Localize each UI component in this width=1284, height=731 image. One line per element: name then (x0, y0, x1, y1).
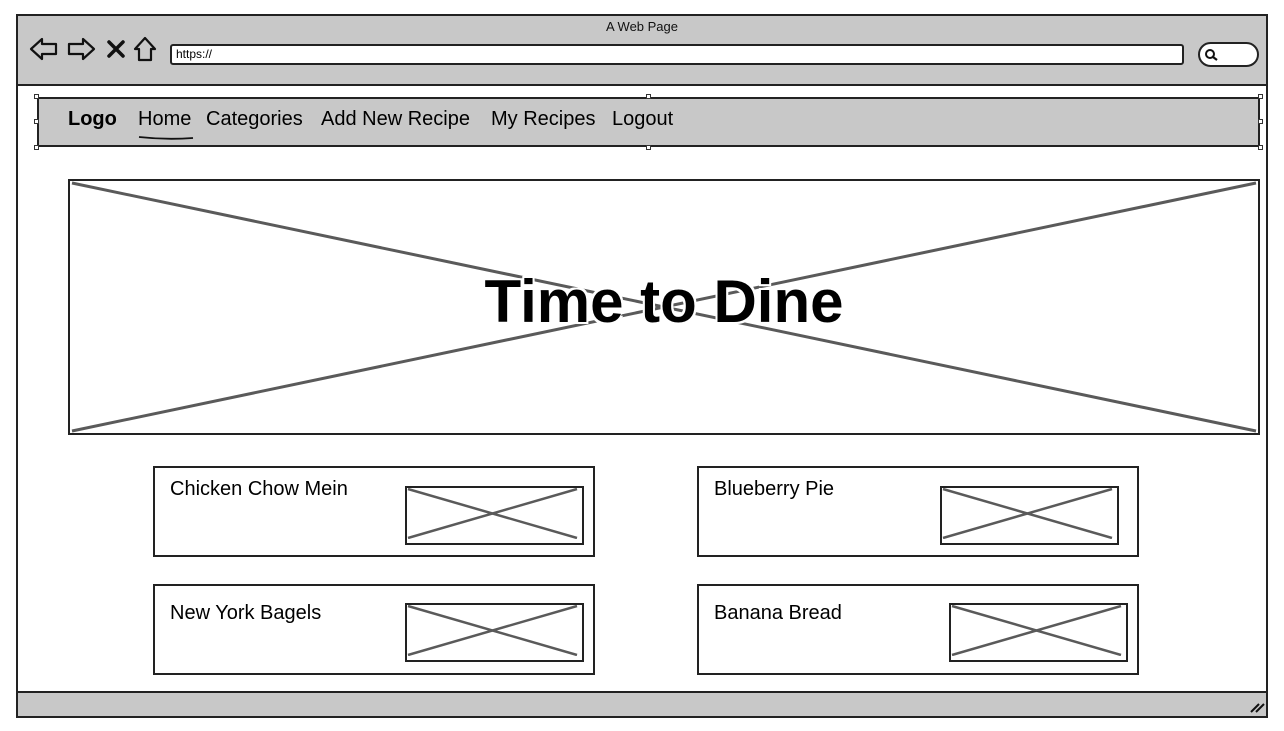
nav-item-logout[interactable]: Logout (612, 106, 673, 132)
hero-title: Time to Dine (484, 268, 844, 335)
recipe-title: Chicken Chow Mein (170, 478, 348, 500)
selection-handle (34, 119, 39, 124)
url-bar[interactable]: https:// (170, 44, 1184, 65)
nav-item-add-new-recipe[interactable]: Add New Recipe (321, 106, 470, 132)
nav-item-categories[interactable]: Categories (206, 106, 303, 132)
recipe-image-placeholder (940, 486, 1119, 545)
active-underline (138, 128, 194, 146)
selection-handle (1258, 119, 1263, 124)
selection-handle (34, 145, 39, 150)
nav-item-my-recipes[interactable]: My Recipes (491, 106, 595, 132)
home-icon[interactable] (130, 34, 160, 64)
selection-handle (646, 94, 651, 99)
search-field[interactable] (1198, 42, 1259, 67)
selection-handle (1258, 145, 1263, 150)
recipe-image-placeholder (405, 486, 584, 545)
recipe-image-placeholder (405, 603, 584, 662)
logo[interactable]: Logo (68, 106, 117, 132)
recipe-card[interactable]: Blueberry Pie (697, 466, 1139, 557)
forward-arrow-icon[interactable] (66, 34, 96, 64)
status-bar (18, 691, 1266, 716)
resize-grip-icon[interactable] (1249, 700, 1265, 719)
recipe-card[interactable]: Banana Bread (697, 584, 1139, 675)
recipe-title: Banana Bread (714, 602, 842, 624)
recipe-title: New York Bagels (170, 602, 322, 624)
recipe-image-placeholder (949, 603, 1128, 662)
selection-handle (1258, 94, 1263, 99)
selection-handle (34, 94, 39, 99)
back-arrow-icon[interactable] (29, 34, 59, 64)
selection-handle (646, 145, 651, 150)
recipe-card[interactable]: New York Bagels (153, 584, 595, 675)
recipe-title: Blueberry Pie (714, 478, 835, 500)
recipe-card[interactable]: Chicken Chow Mein (153, 466, 595, 557)
window-title: A Web Page (605, 19, 679, 34)
close-icon[interactable] (101, 34, 131, 64)
